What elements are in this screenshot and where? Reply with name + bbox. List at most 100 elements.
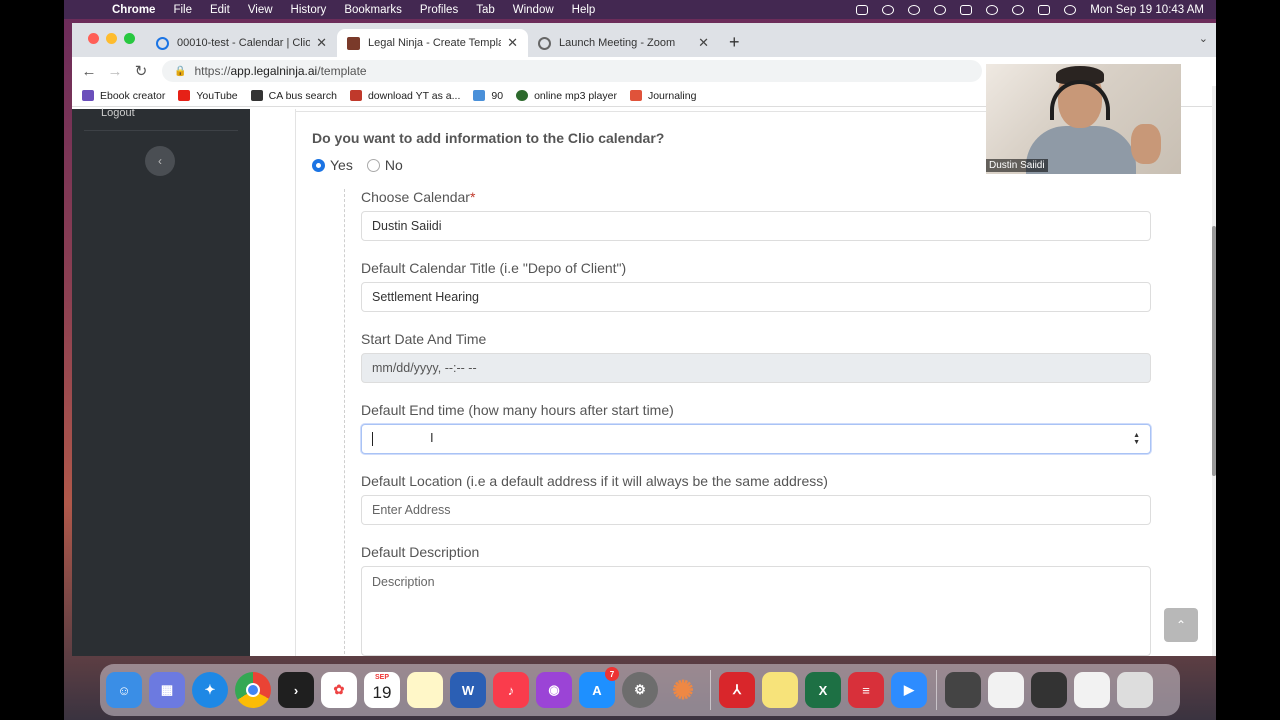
display-icon[interactable] [856, 4, 869, 15]
window-thumbnail-3-icon[interactable] [1031, 672, 1067, 708]
start-date-placeholder: mm/dd/yyyy, --:-- -- [372, 361, 477, 375]
address-bar[interactable]: 🔒 https:// app.legalninja.ai /template [162, 60, 982, 82]
bookmark-ca-bus-search[interactable]: CA bus search [250, 90, 337, 102]
menu-clock[interactable]: Mon Sep 19 10:43 AM [1090, 4, 1204, 16]
window-thumbnail-4-icon[interactable] [1074, 672, 1110, 708]
chrome-icon[interactable] [235, 672, 271, 708]
choose-calendar-select[interactable]: Dustin Saiidi [361, 211, 1151, 241]
bookmark-download-yt[interactable]: download YT as a... [349, 89, 461, 102]
word-icon[interactable]: W [450, 672, 486, 708]
tab-title: 00010-test - Calendar | Clio [177, 37, 311, 49]
new-tab-plus-icon[interactable]: + [729, 32, 740, 53]
menu-history[interactable]: History [291, 4, 327, 16]
terminal-icon[interactable]: › [278, 672, 314, 708]
bookmark-label: Ebook creator [100, 89, 166, 102]
expressvpn-icon[interactable]: ≡ [848, 672, 884, 708]
tab-zoom-meeting[interactable]: Launch Meeting - Zoom ✕ [528, 29, 719, 57]
trash-icon[interactable] [1117, 672, 1153, 708]
youtube-icon [178, 90, 191, 101]
zoom-window-button[interactable] [124, 33, 135, 44]
no-label[interactable]: No [385, 157, 403, 173]
location-input[interactable]: Enter Address [361, 495, 1151, 525]
menu-file[interactable]: File [173, 4, 192, 16]
stickies-icon[interactable] [762, 672, 798, 708]
bookmark-label: Journaling [647, 89, 697, 102]
choose-calendar-value: Dustin Saiidi [372, 219, 442, 233]
calendar-title-input[interactable]: Settlement Hearing [361, 282, 1151, 312]
launchpad-icon[interactable]: ▦ [149, 672, 185, 708]
yes-label[interactable]: Yes [330, 157, 353, 173]
back-arrow-icon[interactable]: ← [76, 63, 102, 80]
ca-bus-icon [250, 90, 263, 101]
close-tab-icon[interactable]: ✕ [698, 35, 709, 51]
creative-cloud-icon[interactable] [882, 4, 895, 15]
podcasts-icon[interactable]: ◉ [536, 672, 572, 708]
tab-strip: 00010-test - Calendar | Clio ✕ Legal Nin… [72, 23, 1216, 57]
tab-search-chevron-icon[interactable]: ⌄ [1199, 32, 1208, 45]
music-icon[interactable]: ♪ [493, 672, 529, 708]
description-label: Default Description [361, 544, 480, 560]
close-tab-icon[interactable]: ✕ [316, 35, 327, 51]
bookmark-journaling[interactable]: Journaling [629, 89, 697, 102]
wifi-icon[interactable] [986, 4, 999, 15]
window-thumbnail-1-icon[interactable] [945, 672, 981, 708]
play-icon[interactable] [908, 4, 921, 15]
yes-radio[interactable] [312, 158, 325, 172]
bookmark-ebook-creator[interactable]: Ebook creator [82, 90, 165, 102]
bookmark-label: download YT as a... [367, 89, 461, 102]
zoom-icon[interactable]: ▶ [891, 672, 927, 708]
download-icon [349, 90, 362, 101]
control-center-icon[interactable] [1038, 4, 1051, 15]
no-radio[interactable] [366, 158, 380, 172]
bookmark-mp3-player[interactable]: online mp3 player [516, 90, 617, 102]
calendar-icon[interactable]: SEP 19 [364, 672, 400, 708]
finder-icon[interactable]: ☺ [106, 672, 142, 708]
close-tab-icon[interactable]: ✕ [507, 35, 518, 51]
end-time-number-input[interactable]: I ▲ ▼ [361, 424, 1151, 454]
reload-icon[interactable]: ↻ [128, 62, 154, 80]
page-scrollbar[interactable] [1212, 86, 1216, 656]
scroll-to-top-button[interactable]: ⌃ [1164, 608, 1198, 642]
start-date-input[interactable]: mm/dd/yyyy, --:-- -- [361, 353, 1151, 383]
photos-icon[interactable]: ✿ [321, 672, 357, 708]
menu-tab[interactable]: Tab [476, 4, 495, 16]
acrobat-icon[interactable]: ⅄ [719, 672, 755, 708]
clio-favicon-icon [156, 36, 169, 50]
bookmark-label: YouTube [196, 89, 238, 102]
tab-clio-calendar[interactable]: 00010-test - Calendar | Clio ✕ [146, 29, 337, 57]
menu-profiles[interactable]: Profiles [420, 4, 458, 16]
tab-legal-ninja[interactable]: Legal Ninja - Create Template ✕ [337, 29, 528, 57]
description-textarea[interactable]: Description [361, 566, 1151, 656]
menu-app-name[interactable]: Chrome [112, 4, 155, 16]
close-window-button[interactable] [88, 33, 99, 44]
menu-bookmarks[interactable]: Bookmarks [344, 4, 402, 16]
siri-icon[interactable] [1064, 4, 1077, 15]
battery-icon[interactable] [960, 4, 973, 15]
menu-window[interactable]: Window [513, 4, 554, 16]
notes-icon[interactable] [407, 672, 443, 708]
forward-arrow-icon[interactable]: → [102, 63, 128, 80]
menu-help[interactable]: Help [572, 4, 596, 16]
minimize-window-button[interactable] [106, 33, 117, 44]
system-preferences-icon[interactable]: ⚙ [622, 672, 658, 708]
logout-link[interactable]: Logout [101, 107, 135, 119]
window-controls [88, 33, 135, 44]
pinwheel-app-icon[interactable]: ✺ [665, 672, 701, 708]
menu-edit[interactable]: Edit [210, 4, 230, 16]
clio-calendar-question: Do you want to add information to the Cl… [312, 130, 665, 146]
calendar-title-value: Settlement Hearing [372, 290, 480, 304]
url-scheme: https:// [194, 64, 231, 78]
bookmark-youtube[interactable]: YouTube [178, 89, 238, 102]
window-thumbnail-2-icon[interactable] [988, 672, 1024, 708]
app-store-icon[interactable]: A7 [579, 667, 619, 708]
number-spinner-icon[interactable]: ▲ ▼ [1133, 432, 1140, 446]
bookmark-90[interactable]: 90 [473, 90, 503, 102]
airdrop-icon[interactable] [934, 4, 947, 15]
lock-icon[interactable]: 🔒 [174, 66, 186, 77]
menu-view[interactable]: View [248, 4, 273, 16]
search-icon[interactable] [1012, 4, 1025, 15]
safari-icon[interactable]: ✦ [192, 672, 228, 708]
excel-icon[interactable]: X [805, 672, 841, 708]
scrollbar-thumb[interactable] [1212, 226, 1216, 476]
collapse-sidebar-chevron-icon[interactable]: ‹ [145, 146, 175, 176]
